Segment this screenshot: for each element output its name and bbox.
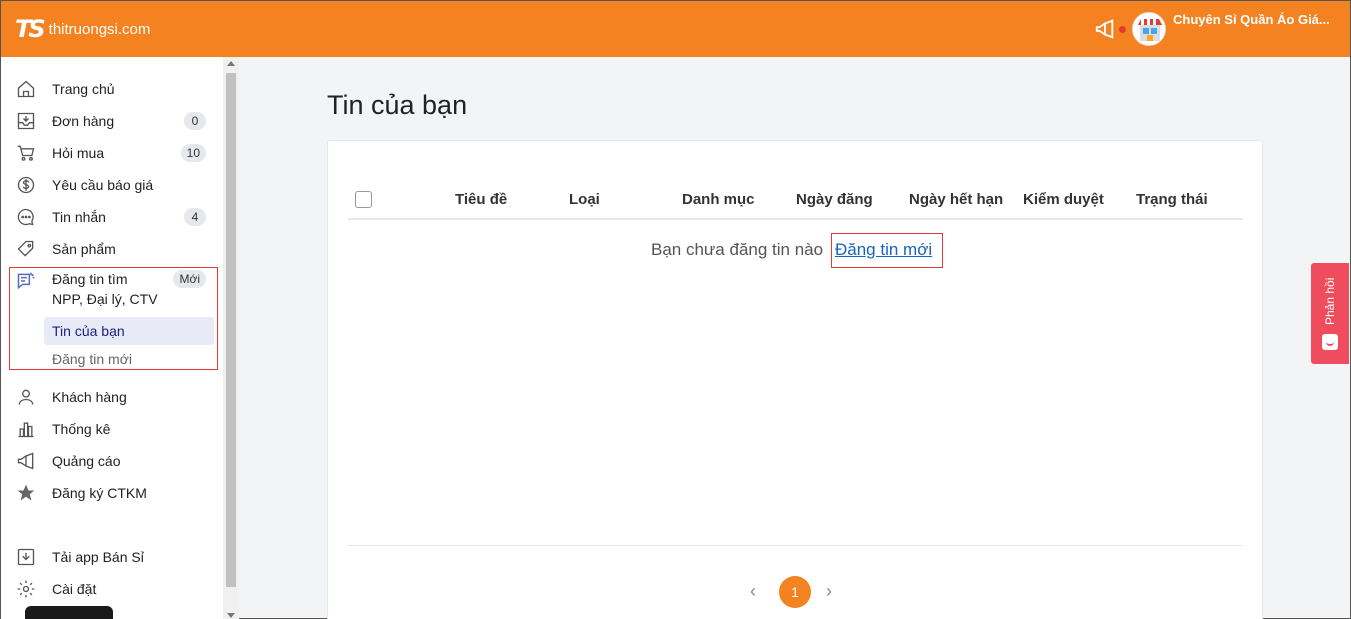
count-badge: 4 <box>184 208 206 226</box>
scroll-down-arrow[interactable] <box>227 613 235 618</box>
pagination-next-button[interactable]: › <box>826 581 832 602</box>
logo-mark: TS <box>15 15 46 43</box>
shop-name[interactable]: Chuyên Sỉ Quần Áo Giá... <box>1173 12 1330 27</box>
column-header-title[interactable]: Tiêu đề <box>455 191 507 208</box>
sidebar-item-label: Tải app Bán Sỉ <box>52 549 144 565</box>
new-post-link[interactable]: Đăng tin mới <box>835 240 932 260</box>
notification-dot <box>1119 26 1126 33</box>
scroll-thumb[interactable] <box>226 73 236 587</box>
column-header-expiry-date[interactable]: Ngày hết hạn <box>909 191 1003 208</box>
avatar[interactable] <box>1132 12 1166 46</box>
sidebar-item-download-app[interactable]: Tải app Bán Sỉ <box>1 541 223 573</box>
cart-icon <box>15 142 37 164</box>
sidebar-item-settings[interactable]: Cài đặt <box>1 573 223 605</box>
column-header-status[interactable]: Trạng thái <box>1136 191 1208 208</box>
shop-icon <box>1133 13 1165 45</box>
select-all-checkbox[interactable] <box>355 191 372 208</box>
table-footer-divider <box>348 545 1243 546</box>
sidebar-scrollbar[interactable] <box>223 57 239 619</box>
scroll-up-arrow[interactable] <box>227 61 235 66</box>
app-banner-thumbnail[interactable] <box>25 606 113 619</box>
column-header-moderation[interactable]: Kiểm duyệt <box>1023 191 1104 208</box>
tag-icon <box>15 238 37 260</box>
sidebar-item-label: Yêu cầu báo giá <box>52 177 154 193</box>
sidebar-item-orders[interactable]: Đơn hàng 0 <box>1 105 223 137</box>
sidebar-item-label: Đăng ký CTKM <box>52 485 147 501</box>
empty-message: Bạn chưa đăng tin nào <box>651 240 824 259</box>
sidebar-item-label: Trang chủ <box>52 81 115 97</box>
dollar-icon <box>15 174 37 196</box>
sidebar-item-promotion[interactable]: Đăng ký CTKM <box>1 477 223 509</box>
sidebar-item-quote-requests[interactable]: Yêu cầu báo giá <box>1 169 223 201</box>
sidebar-item-label: Thống kê <box>52 421 111 437</box>
inbox-icon <box>15 110 37 132</box>
count-badge: 0 <box>184 112 206 130</box>
sidebar-item-label: Đơn hàng <box>52 113 115 129</box>
pagination-current-page[interactable]: 1 <box>779 576 811 608</box>
count-badge: 10 <box>180 144 206 162</box>
home-icon <box>15 78 37 100</box>
table-header-divider <box>348 218 1243 220</box>
sidebar-item-inquiries[interactable]: Hỏi mua 10 <box>1 137 223 169</box>
sidebar-item-customers[interactable]: Khách hàng <box>1 381 223 413</box>
chart-icon <box>15 418 37 440</box>
feedback-tab[interactable]: Phản hồi <box>1311 263 1349 364</box>
highlight-box <box>9 267 218 370</box>
sidebar-item-ads[interactable]: Quảng cáo <box>1 445 223 477</box>
sidebar-item-label: Hỏi mua <box>52 145 105 161</box>
page-title: Tin của bạn <box>327 90 468 120</box>
chat-icon <box>15 206 37 228</box>
download-icon <box>15 546 37 568</box>
gear-icon <box>15 578 37 600</box>
sidebar-item-products[interactable]: Sản phẩm <box>1 233 223 265</box>
logo-text: thitruongsi.com <box>48 20 151 38</box>
feedback-label: Phản hồi <box>1323 277 1337 325</box>
sidebar-item-label: Cài đặt <box>52 581 97 597</box>
megaphone-icon <box>15 450 37 472</box>
sidebar-item-messages[interactable]: Tin nhắn 4 <box>1 201 223 233</box>
sidebar-item-label: Sản phẩm <box>52 241 116 257</box>
sidebar-item-home[interactable]: Trang chủ <box>1 73 223 105</box>
column-header-category[interactable]: Danh mục <box>682 191 755 208</box>
pagination-prev-button[interactable]: ‹ <box>750 581 756 602</box>
sidebar-item-statistics[interactable]: Thống kê <box>1 413 223 445</box>
sidebar-item-label: Khách hàng <box>52 389 127 405</box>
star-icon <box>15 482 37 504</box>
sidebar-item-label: Tin nhắn <box>52 209 106 225</box>
smile-icon <box>1322 334 1338 350</box>
user-icon <box>15 386 37 408</box>
site-logo[interactable]: TS thitruongsi.com <box>15 15 150 43</box>
column-header-type[interactable]: Loại <box>569 191 600 208</box>
column-header-post-date[interactable]: Ngày đăng <box>796 191 873 208</box>
sidebar-item-label: Quảng cáo <box>52 453 121 469</box>
posts-table-card: Tiêu đề Loại Danh mục Ngày đăng Ngày hết… <box>327 140 1263 619</box>
top-bar: TS thitruongsi.com Chuyên Sỉ Quần Áo Giá… <box>1 1 1350 57</box>
megaphone-icon[interactable] <box>1094 18 1116 40</box>
